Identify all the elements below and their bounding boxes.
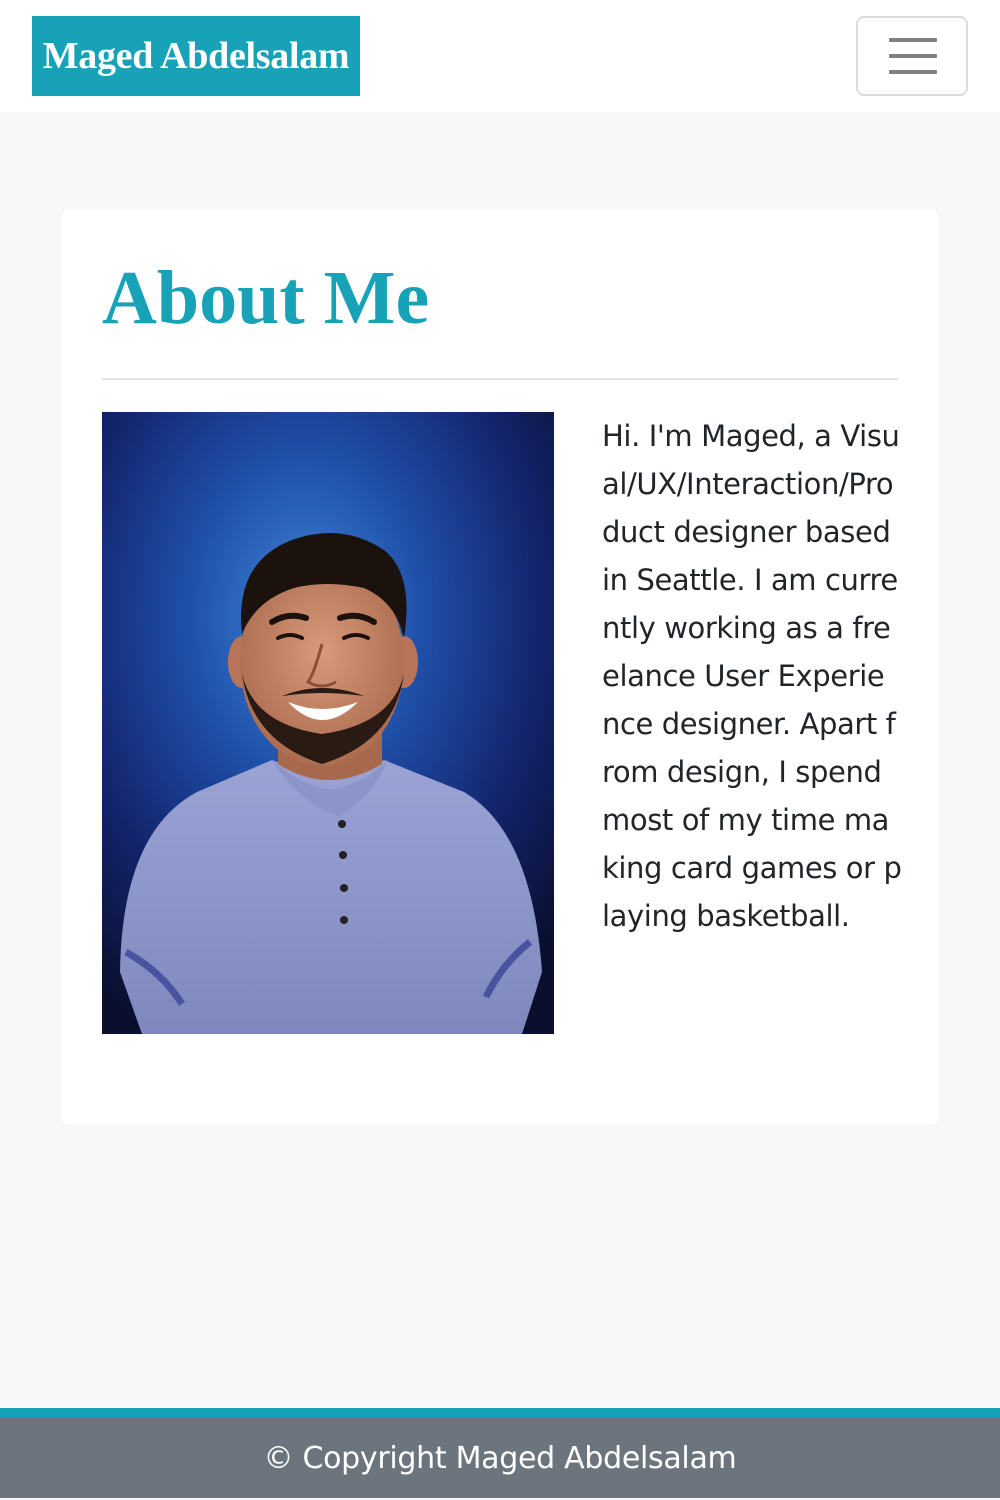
about-card: About Me Hi. I'm Maged, a Visual/UX/Inte… [62, 210, 938, 1124]
page-title: About Me [102, 256, 430, 340]
footer: © Copyright Maged Abdelsalam [0, 1408, 1000, 1498]
divider [102, 378, 898, 380]
navbar-toggler-button[interactable] [856, 16, 968, 96]
copyright-text: © Copyright Maged Abdelsalam [263, 1441, 737, 1476]
bio-text: Hi. I'm Maged, a Visual/UX/Interaction/P… [602, 419, 902, 933]
brand-link[interactable]: Maged Abdelsalam [32, 16, 360, 96]
navbar: Maged Abdelsalam [0, 0, 1000, 112]
profile-photo [102, 412, 554, 1034]
